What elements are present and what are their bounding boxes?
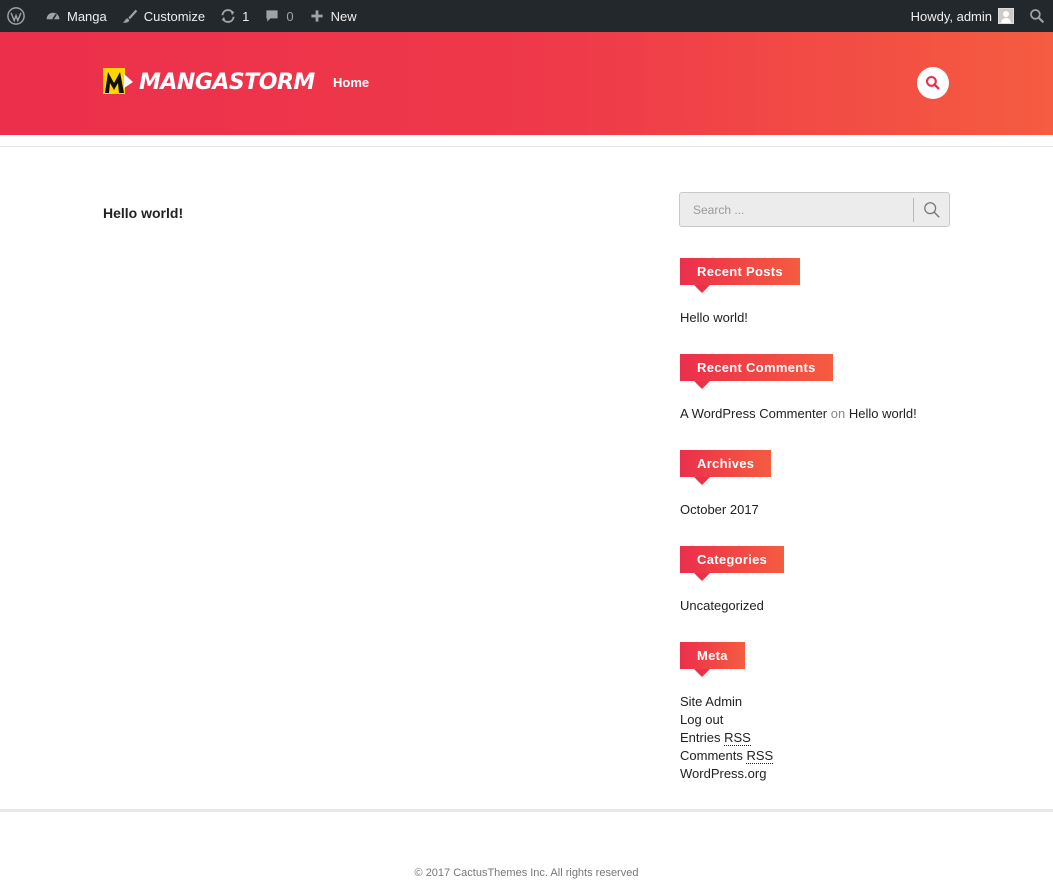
new-content-menu[interactable]: New (301, 0, 364, 32)
site-logo[interactable]: MANGASTORM (103, 68, 315, 96)
widget-title-archives: Archives (680, 450, 772, 485)
rss-abbr: RSS (746, 748, 774, 764)
my-account-menu[interactable]: Howdy, admin (904, 0, 1021, 32)
meta-wordpress-org-link[interactable]: WordPress.org (680, 766, 766, 781)
plus-icon (308, 7, 326, 25)
site-header: MANGASTORM Home (0, 32, 1053, 135)
comment-author-link[interactable]: A WordPress Commenter (680, 406, 827, 421)
widget-title-recent-posts: Recent Posts (680, 258, 800, 293)
wordpress-icon (7, 7, 25, 25)
dashboard-icon (44, 7, 62, 25)
sidebar-search-input[interactable] (680, 193, 914, 226)
widget-title-meta: Meta (680, 642, 745, 677)
recent-post-link[interactable]: Hello world! (680, 310, 748, 325)
footer-copyright: © 2017 CactusThemes Inc. All rights rese… (414, 867, 639, 879)
avatar (998, 8, 1014, 24)
meta-log-out-link[interactable]: Log out (680, 712, 723, 727)
site-name-menu[interactable]: Manga (37, 0, 114, 32)
logo-mark-icon (103, 68, 133, 96)
search-icon (923, 201, 941, 219)
logo-text: MANGASTORM (139, 69, 315, 95)
widget-title-categories: Categories (680, 546, 785, 581)
footer-divider (0, 809, 1053, 812)
greeting: Howdy, admin (910, 8, 992, 24)
recent-comment-item: A WordPress Commenter on Hello world! (680, 406, 917, 421)
comment-bubble-icon (263, 7, 281, 25)
wordpress-logo-menu[interactable] (0, 0, 37, 32)
category-link[interactable]: Uncategorized (680, 598, 764, 613)
rss-abbr: RSS (724, 730, 751, 746)
meta-entries-rss-link[interactable]: Entries RSS (680, 730, 751, 746)
comments-label: Comments (680, 748, 743, 763)
meta-comments-rss-link[interactable]: Comments RSS (680, 748, 774, 764)
new-label: New (330, 8, 357, 24)
meta-site-admin-link[interactable]: Site Admin (680, 694, 742, 709)
site-name-label: Manga (67, 8, 107, 24)
updates-menu[interactable]: 1 (212, 0, 256, 32)
comments-count: 0 (286, 8, 294, 24)
sidebar-search-submit[interactable] (914, 193, 949, 226)
customize-menu[interactable]: Customize (114, 0, 212, 32)
search-icon (1028, 7, 1046, 25)
post-title-link[interactable]: Hello world! (103, 205, 183, 221)
comments-menu[interactable]: 0 (256, 0, 300, 32)
customize-label: Customize (143, 8, 206, 24)
header-search-button[interactable] (917, 67, 949, 99)
widget-title-recent-comments: Recent Comments (680, 354, 833, 389)
archive-link[interactable]: October 2017 (680, 502, 759, 517)
entries-label: Entries (680, 730, 721, 745)
nav-home-link[interactable]: Home (333, 75, 369, 90)
updates-count: 1 (242, 8, 250, 24)
paintbrush-icon (121, 7, 139, 25)
adminbar-search[interactable] (1021, 0, 1053, 32)
search-icon (925, 75, 941, 91)
comment-post-link[interactable]: Hello world! (849, 406, 917, 421)
header-divider (0, 146, 1053, 147)
sidebar-search-form (679, 192, 950, 227)
updates-icon (219, 7, 237, 25)
comment-on-text: on (830, 406, 846, 421)
admin-bar: Manga Customize 1 0 New Howdy, admin (0, 0, 1053, 32)
